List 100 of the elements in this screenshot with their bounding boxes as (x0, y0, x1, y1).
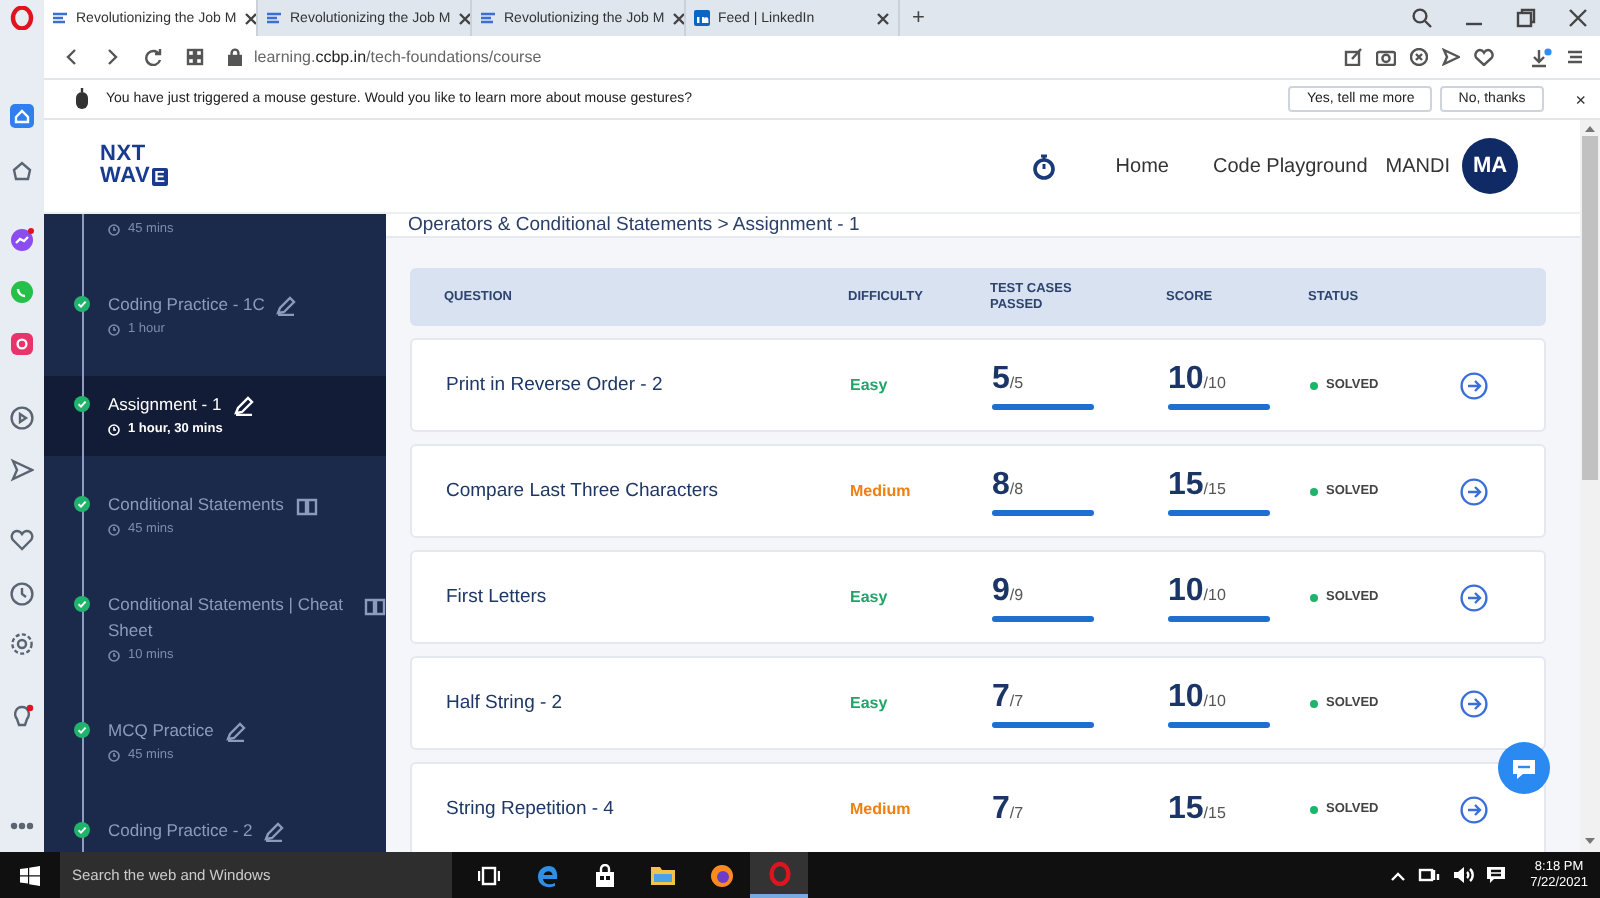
task-view-icon[interactable] (478, 865, 500, 885)
tests-passed: 5/5 (992, 361, 1026, 397)
lesson-title: Assignment - 1 (108, 392, 222, 418)
lesson-title: Coding Practice - 2 (108, 818, 253, 844)
progress-bar (1168, 615, 1270, 621)
clock-icon (108, 749, 120, 761)
nav-link[interactable]: Code Playground (1212, 155, 1368, 177)
clock-icon (108, 649, 120, 661)
book-icon[interactable] (364, 596, 386, 616)
progress-bar (992, 509, 1094, 515)
send-icon[interactable] (10, 458, 34, 482)
score: 15/15 (1168, 791, 1228, 827)
bulb-icon[interactable] (10, 704, 34, 728)
tests-passed: 8/8 (992, 467, 1026, 503)
volume-icon[interactable] (1452, 866, 1475, 884)
arrow-circle-icon[interactable] (1460, 689, 1488, 717)
maximize-icon[interactable] (1516, 8, 1536, 28)
difficulty-label: Easy (850, 376, 890, 394)
progress-bar (992, 615, 1094, 621)
nav-link[interactable]: Home (1115, 155, 1169, 177)
camera-icon[interactable] (1376, 48, 1396, 66)
lesson-title: MCQ Practice (108, 718, 214, 744)
heart-icon[interactable] (1474, 48, 1494, 66)
forward-icon[interactable] (104, 48, 120, 66)
close-icon[interactable] (244, 11, 256, 25)
user-name: MANDI (1385, 155, 1450, 177)
clock-icon (108, 223, 120, 235)
page-icon (480, 10, 496, 26)
send-icon[interactable] (1442, 48, 1460, 66)
difficulty-label: Easy (850, 694, 890, 712)
page-icon (266, 10, 282, 26)
home-icon[interactable] (10, 104, 34, 128)
score: 10/10 (1168, 573, 1228, 609)
browser-logo[interactable] (10, 6, 34, 30)
network-icon[interactable] (1418, 866, 1441, 884)
difficulty-label: Medium (850, 800, 913, 818)
settings-icon[interactable] (10, 632, 34, 656)
clock-icon (108, 423, 120, 435)
download-icon[interactable] (1530, 47, 1552, 67)
lesson-title: Conditional Statements (108, 492, 284, 518)
chevron-up-icon[interactable] (1390, 869, 1407, 881)
play-icon[interactable] (10, 406, 34, 430)
tests-passed: 9/9 (992, 573, 1026, 609)
folder-icon[interactable] (650, 864, 676, 886)
progress-bar (1168, 721, 1270, 727)
question-title: Half String - 2 (446, 692, 565, 714)
user-avatar[interactable]: MA (1462, 138, 1518, 194)
difficulty-label: Medium (850, 482, 913, 500)
arrow-circle-icon[interactable] (1460, 795, 1488, 823)
windows-icon[interactable] (20, 865, 40, 885)
stopwatch-icon[interactable] (1031, 153, 1056, 179)
notification-icon[interactable] (1486, 866, 1507, 884)
menu-icon[interactable] (1566, 48, 1584, 66)
close-button[interactable]: × (1575, 89, 1586, 109)
logo[interactable]: NXT WAV E (100, 144, 168, 188)
camera-icon[interactable] (10, 332, 34, 356)
clock-icon (108, 523, 120, 535)
back-icon[interactable] (64, 48, 80, 66)
browser-logo[interactable] (767, 861, 791, 885)
close-icon[interactable] (672, 11, 684, 25)
chat-button[interactable] (1498, 742, 1550, 794)
page-icon (52, 10, 68, 26)
lock-icon (228, 48, 242, 66)
question-title: First Letters (446, 586, 549, 608)
question-title: String Repetition - 4 (446, 798, 616, 820)
progress-bar (992, 721, 1094, 727)
difficulty-label: Easy (850, 588, 890, 606)
close-icon[interactable] (1568, 8, 1588, 28)
arrow-circle-icon[interactable] (1460, 477, 1488, 505)
close-icon[interactable] (458, 11, 470, 25)
chat-bubble-icon[interactable] (10, 228, 34, 252)
breadcrumb: Operators & Conditional Statements > Assignment - 1 (408, 214, 860, 236)
close-icon[interactable] (876, 11, 890, 25)
score: 10/10 (1168, 361, 1228, 397)
arrow-circle-icon[interactable] (1460, 371, 1488, 399)
tests-passed: 7/7 (992, 679, 1026, 715)
url-field[interactable]: learning.ccbp.in/tech-foundations/course (254, 48, 542, 66)
house-icon[interactable] (10, 158, 34, 182)
clock-icon[interactable] (10, 582, 34, 606)
progress-bar (1168, 509, 1270, 515)
heart-icon[interactable] (10, 528, 34, 552)
lesson-title: Coding Practice - 1C (108, 292, 265, 318)
question-title: Print in Reverse Order - 2 (446, 374, 665, 396)
firefox-icon[interactable] (709, 863, 733, 887)
question-title: Compare Last Three Characters (446, 480, 721, 502)
edit-icon[interactable] (1344, 48, 1362, 66)
new-tab-button[interactable]: + (912, 6, 925, 30)
store-icon[interactable] (594, 863, 616, 887)
score: 10/10 (1168, 679, 1228, 715)
arrow-circle-icon[interactable] (1460, 583, 1488, 611)
block-icon[interactable] (1410, 48, 1428, 66)
mouse-icon (74, 88, 90, 110)
book-icon[interactable] (295, 496, 318, 516)
reload-icon[interactable] (144, 48, 162, 66)
search-icon[interactable] (1412, 8, 1432, 28)
tests-passed: 7/7 (992, 791, 1026, 827)
clock-icon (108, 323, 120, 335)
grid-icon[interactable] (186, 48, 204, 66)
edge-icon[interactable] (535, 863, 559, 887)
progress-bar (992, 403, 1094, 409)
